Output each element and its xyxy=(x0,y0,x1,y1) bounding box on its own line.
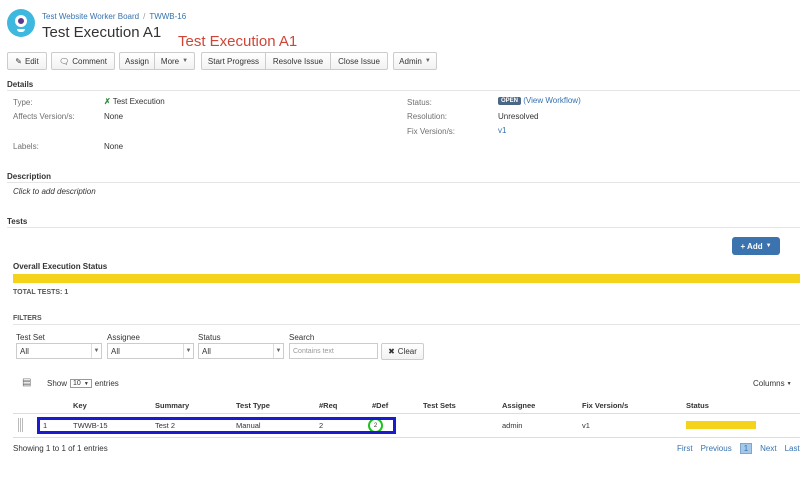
fix-version-link[interactable]: v1 xyxy=(498,126,506,135)
col-def[interactable]: #Def xyxy=(372,401,388,410)
page-size-select[interactable]: 10 ▼ xyxy=(70,379,92,388)
breadcrumb: Test Website Worker Board / TWWB-16 xyxy=(42,12,187,21)
status-badge: OPEN xyxy=(498,96,522,105)
affects-version-label: Affects Version/s: xyxy=(13,112,75,121)
status-select[interactable]: All ▼ xyxy=(198,343,284,359)
col-key[interactable]: Key xyxy=(73,401,87,410)
chevron-down-icon: ▼ xyxy=(183,344,193,358)
affects-version-value: None xyxy=(104,112,124,121)
caret-down-icon: ▼ xyxy=(424,58,431,64)
pager-next[interactable]: Next xyxy=(760,444,776,453)
pager-last[interactable]: Last xyxy=(785,444,800,453)
row-status-bar xyxy=(686,421,756,429)
pager-current[interactable]: 1 xyxy=(739,443,753,454)
type-label: Type: xyxy=(13,98,33,107)
assign-button[interactable]: Assign xyxy=(119,52,155,70)
breadcrumb-project-link[interactable]: Test Website Worker Board xyxy=(42,12,139,21)
page-title: Test Execution A1 xyxy=(42,24,162,41)
add-tests-button[interactable]: + Add ▼ xyxy=(732,237,780,255)
columns-button[interactable]: Columns ▼ xyxy=(753,379,792,388)
resolve-issue-button[interactable]: Resolve Issue xyxy=(265,52,331,70)
breadcrumb-issue-link[interactable]: TWWB-16 xyxy=(149,12,186,21)
clear-button[interactable]: ✖ Clear xyxy=(381,343,424,360)
annotation-label: Test Execution A1 xyxy=(178,33,298,50)
status-label: Status: xyxy=(407,98,432,107)
test-set-select[interactable]: All ▼ xyxy=(16,343,102,359)
search-input[interactable]: Contains text xyxy=(289,343,378,359)
col-assignee[interactable]: Assignee xyxy=(502,401,535,410)
page-size-control: Show 10 ▼ entries xyxy=(47,379,119,388)
caret-down-icon: ▼ xyxy=(765,243,772,249)
more-button[interactable]: More ▼ xyxy=(154,52,195,70)
avatar-eye-icon xyxy=(15,15,27,27)
col-test-sets[interactable]: Test Sets xyxy=(423,401,456,410)
filters-heading: FILTERS xyxy=(13,315,42,322)
showing-entries: Showing 1 to 1 of 1 entries xyxy=(13,444,108,453)
edit-button[interactable]: ✎ Edit xyxy=(7,52,47,70)
project-avatar[interactable] xyxy=(7,9,35,37)
type-value: ✗ Test Execution xyxy=(104,97,165,106)
col-fix-version[interactable]: Fix Version/s xyxy=(582,401,628,410)
row-assignee-link[interactable]: admin xyxy=(502,421,522,430)
drag-handle[interactable] xyxy=(18,418,23,432)
col-status[interactable]: Status xyxy=(686,401,709,410)
pager-previous[interactable]: Previous xyxy=(701,444,732,453)
chevron-down-icon: ▼ xyxy=(273,344,283,358)
chevron-down-icon: ▼ xyxy=(91,344,101,358)
row-fix-version-link[interactable]: v1 xyxy=(582,421,590,430)
close-issue-button[interactable]: Close Issue xyxy=(330,52,388,70)
labels-value[interactable]: None xyxy=(104,142,123,151)
details-heading: Details xyxy=(7,80,34,89)
col-req[interactable]: #Req xyxy=(319,401,337,410)
close-icon: ✖ xyxy=(388,347,395,356)
status-filter-label: Status xyxy=(198,333,221,342)
description-placeholder[interactable]: Click to add description xyxy=(13,187,96,196)
assignee-filter-label: Assignee xyxy=(107,333,140,342)
caret-down-icon: ▼ xyxy=(786,380,792,387)
test-execution-icon: ✗ xyxy=(104,97,111,106)
overall-execution-progress xyxy=(13,274,800,283)
total-tests: TOTAL TESTS: 1 xyxy=(13,289,69,296)
row-highlight-annotation xyxy=(37,417,396,434)
overall-status-heading: Overall Execution Status xyxy=(13,262,108,271)
assignee-select[interactable]: All ▼ xyxy=(107,343,194,359)
view-workflow-link[interactable]: (View Workflow) xyxy=(523,96,581,105)
col-test-type[interactable]: Test Type xyxy=(236,401,270,410)
description-heading: Description xyxy=(7,172,52,181)
pencil-icon: ✎ xyxy=(15,56,22,66)
chevron-down-icon: ▼ xyxy=(83,380,89,387)
comment-button[interactable]: 🗨 Comment xyxy=(51,52,115,70)
export-icon[interactable]: ▤ xyxy=(22,377,31,388)
admin-button[interactable]: Admin ▼ xyxy=(393,52,437,70)
comment-icon: 🗨 xyxy=(59,56,70,66)
search-label: Search xyxy=(289,333,315,342)
col-summary[interactable]: Summary xyxy=(155,401,189,410)
pagination: First Previous 1 Next Last xyxy=(677,443,800,454)
status-value: OPEN (View Workflow) xyxy=(498,96,581,105)
tests-heading: Tests xyxy=(7,217,28,226)
fix-version-label: Fix Version/s: xyxy=(407,127,456,136)
labels-label: Labels: xyxy=(13,142,39,151)
start-progress-button[interactable]: Start Progress xyxy=(201,52,266,70)
caret-down-icon: ▼ xyxy=(182,58,189,64)
test-set-label: Test Set xyxy=(16,333,45,342)
resolution-label: Resolution: xyxy=(407,112,448,121)
pager-first[interactable]: First xyxy=(677,444,693,453)
resolution-value: Unresolved xyxy=(498,112,539,121)
